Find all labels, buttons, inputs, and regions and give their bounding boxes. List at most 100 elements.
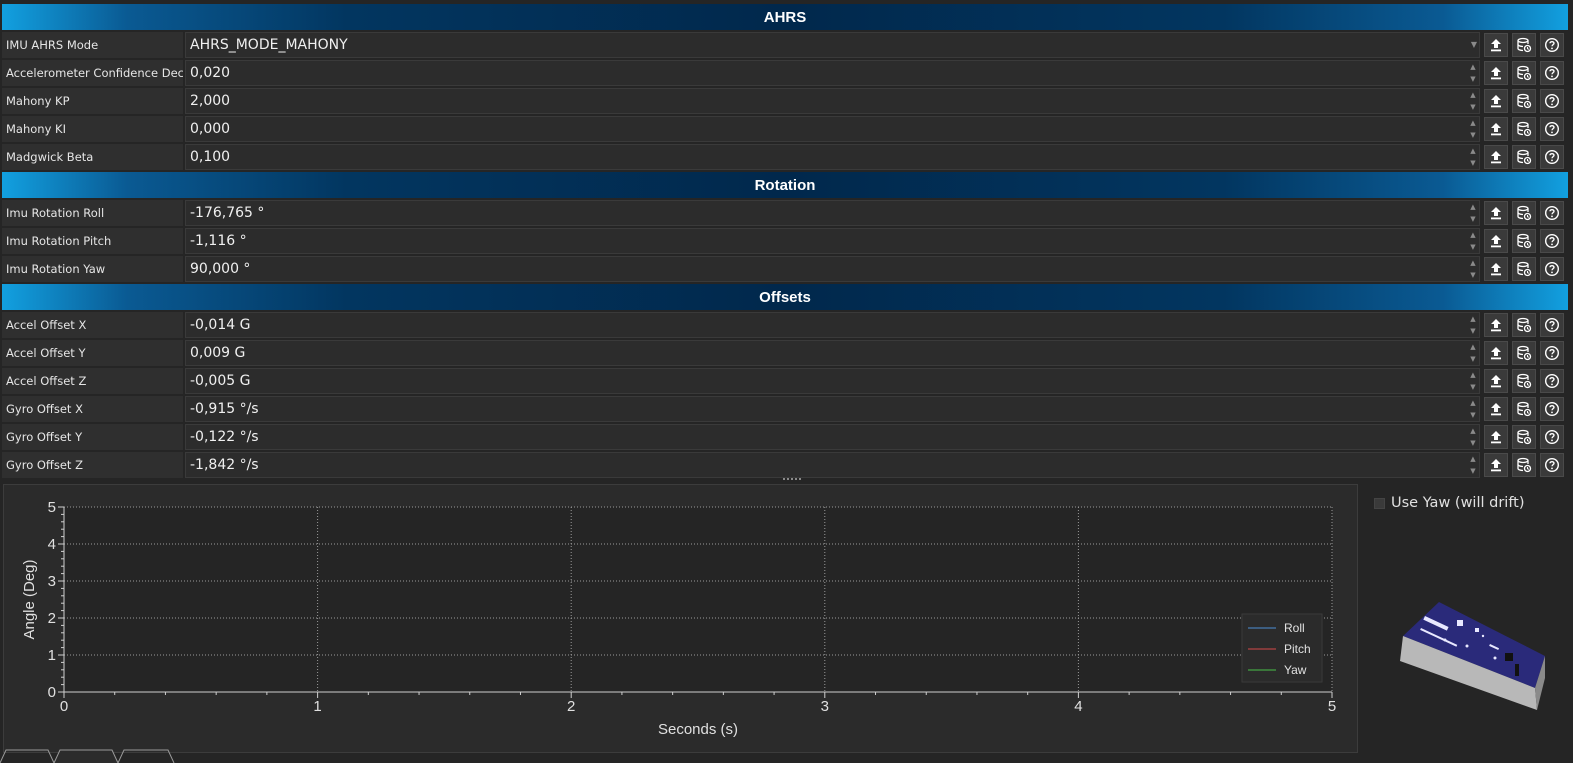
spin-down-icon[interactable]: ▼	[1470, 411, 1475, 419]
spin-down-icon[interactable]: ▼	[1470, 467, 1475, 475]
help-button[interactable]	[1540, 201, 1564, 225]
spin-arrows[interactable]: ▲ ▼	[1467, 61, 1479, 85]
spin-up-icon[interactable]: ▲	[1470, 427, 1475, 435]
spin-up-icon[interactable]: ▲	[1470, 343, 1475, 351]
spin-up-icon[interactable]: ▲	[1470, 231, 1475, 239]
spin-up-icon[interactable]: ▲	[1470, 315, 1475, 323]
spin-down-icon[interactable]: ▼	[1470, 215, 1475, 223]
spin-up-icon[interactable]: ▲	[1470, 63, 1475, 71]
param-spinbox[interactable]: 0,009 G ▲ ▼	[185, 340, 1480, 366]
spin-arrows[interactable]: ▲ ▼	[1467, 201, 1479, 225]
use-yaw-checkbox[interactable]	[1374, 497, 1385, 509]
spin-up-icon[interactable]: ▲	[1470, 91, 1475, 99]
spin-arrows[interactable]: ▲ ▼	[1467, 425, 1479, 449]
spin-down-icon[interactable]: ▼	[1470, 327, 1475, 335]
write-button[interactable]	[1484, 229, 1508, 253]
restore-default-button[interactable]	[1512, 117, 1536, 141]
restore-default-button[interactable]	[1512, 397, 1536, 421]
write-button[interactable]	[1484, 89, 1508, 113]
param-dropdown[interactable]: AHRS_MODE_MAHONY ▼	[185, 32, 1480, 58]
write-button[interactable]	[1484, 313, 1508, 337]
param-spinbox[interactable]: -176,765 ° ▲ ▼	[185, 200, 1480, 226]
restore-default-button[interactable]	[1512, 257, 1536, 281]
param-spinbox[interactable]: 0,100 ▲ ▼	[185, 144, 1480, 170]
help-button[interactable]	[1540, 397, 1564, 421]
param-spinbox[interactable]: 2,000 ▲ ▼	[185, 88, 1480, 114]
spin-arrows[interactable]: ▲ ▼	[1467, 453, 1479, 477]
spin-up-icon[interactable]: ▲	[1470, 399, 1475, 407]
spin-arrows[interactable]: ▲ ▼	[1467, 145, 1479, 169]
restore-default-button[interactable]	[1512, 89, 1536, 113]
help-button[interactable]	[1540, 145, 1564, 169]
restore-default-button[interactable]	[1512, 201, 1536, 225]
restore-default-button[interactable]	[1512, 229, 1536, 253]
spin-arrows[interactable]: ▲ ▼	[1467, 313, 1479, 337]
spin-arrows[interactable]: ▲ ▼	[1467, 341, 1479, 365]
spin-up-icon[interactable]: ▲	[1470, 119, 1475, 127]
help-button[interactable]	[1540, 341, 1564, 365]
spin-up-icon[interactable]: ▲	[1470, 203, 1475, 211]
spin-down-icon[interactable]: ▼	[1470, 131, 1475, 139]
param-spinbox[interactable]: 0,020 ▲ ▼	[185, 60, 1480, 86]
help-button[interactable]	[1540, 89, 1564, 113]
spin-down-icon[interactable]: ▼	[1470, 159, 1475, 167]
write-button[interactable]	[1484, 117, 1508, 141]
write-button[interactable]	[1484, 453, 1508, 477]
spin-down-icon[interactable]: ▼	[1470, 355, 1475, 363]
tab-1[interactable]	[0, 749, 55, 763]
restore-default-button[interactable]	[1512, 341, 1536, 365]
spin-down-icon[interactable]: ▼	[1470, 75, 1475, 83]
restore-default-button[interactable]	[1512, 369, 1536, 393]
spin-down-icon[interactable]: ▼	[1470, 103, 1475, 111]
write-button[interactable]	[1484, 145, 1508, 169]
tab-3[interactable]	[117, 749, 175, 763]
spin-arrows[interactable]: ▲ ▼	[1467, 369, 1479, 393]
param-spinbox[interactable]: -0,122 °/s ▲ ▼	[185, 424, 1480, 450]
help-button[interactable]	[1540, 61, 1564, 85]
spin-up-icon[interactable]: ▲	[1470, 147, 1475, 155]
write-button[interactable]	[1484, 369, 1508, 393]
restore-default-button[interactable]	[1512, 145, 1536, 169]
param-spinbox[interactable]: 0,000 ▲ ▼	[185, 116, 1480, 142]
write-button[interactable]	[1484, 425, 1508, 449]
board-3d-model[interactable]	[1395, 598, 1545, 713]
spin-arrows[interactable]: ▲ ▼	[1467, 257, 1479, 281]
chevron-down-icon[interactable]: ▼	[1471, 40, 1477, 49]
help-button[interactable]	[1540, 33, 1564, 57]
write-button[interactable]	[1484, 257, 1508, 281]
param-spinbox[interactable]: 90,000 ° ▲ ▼	[185, 256, 1480, 282]
write-button[interactable]	[1484, 397, 1508, 421]
spin-down-icon[interactable]: ▼	[1470, 439, 1475, 447]
splitter-handle[interactable]	[783, 478, 803, 481]
spin-arrows[interactable]: ▲ ▼	[1467, 89, 1479, 113]
spin-up-icon[interactable]: ▲	[1470, 455, 1475, 463]
spin-up-icon[interactable]: ▲	[1470, 371, 1475, 379]
param-spinbox[interactable]: -0,915 °/s ▲ ▼	[185, 396, 1480, 422]
restore-default-button[interactable]	[1512, 425, 1536, 449]
spin-arrows[interactable]: ▲ ▼	[1467, 397, 1479, 421]
help-button[interactable]	[1540, 453, 1564, 477]
spin-down-icon[interactable]: ▼	[1470, 243, 1475, 251]
spin-arrows[interactable]: ▲ ▼	[1467, 117, 1479, 141]
restore-default-button[interactable]	[1512, 33, 1536, 57]
spin-down-icon[interactable]: ▼	[1470, 383, 1475, 391]
help-button[interactable]	[1540, 369, 1564, 393]
param-spinbox[interactable]: -0,005 G ▲ ▼	[185, 368, 1480, 394]
param-spinbox[interactable]: -1,116 ° ▲ ▼	[185, 228, 1480, 254]
help-button[interactable]	[1540, 257, 1564, 281]
help-button[interactable]	[1540, 425, 1564, 449]
help-button[interactable]	[1540, 117, 1564, 141]
spin-up-icon[interactable]: ▲	[1470, 259, 1475, 267]
write-button[interactable]	[1484, 61, 1508, 85]
write-button[interactable]	[1484, 201, 1508, 225]
restore-default-button[interactable]	[1512, 313, 1536, 337]
tab-2[interactable]	[53, 749, 119, 763]
spin-down-icon[interactable]: ▼	[1470, 271, 1475, 279]
help-button[interactable]	[1540, 313, 1564, 337]
restore-default-button[interactable]	[1512, 61, 1536, 85]
spin-arrows[interactable]: ▲ ▼	[1467, 229, 1479, 253]
write-button[interactable]	[1484, 33, 1508, 57]
param-spinbox[interactable]: -0,014 G ▲ ▼	[185, 312, 1480, 338]
restore-default-button[interactable]	[1512, 453, 1536, 477]
write-button[interactable]	[1484, 341, 1508, 365]
